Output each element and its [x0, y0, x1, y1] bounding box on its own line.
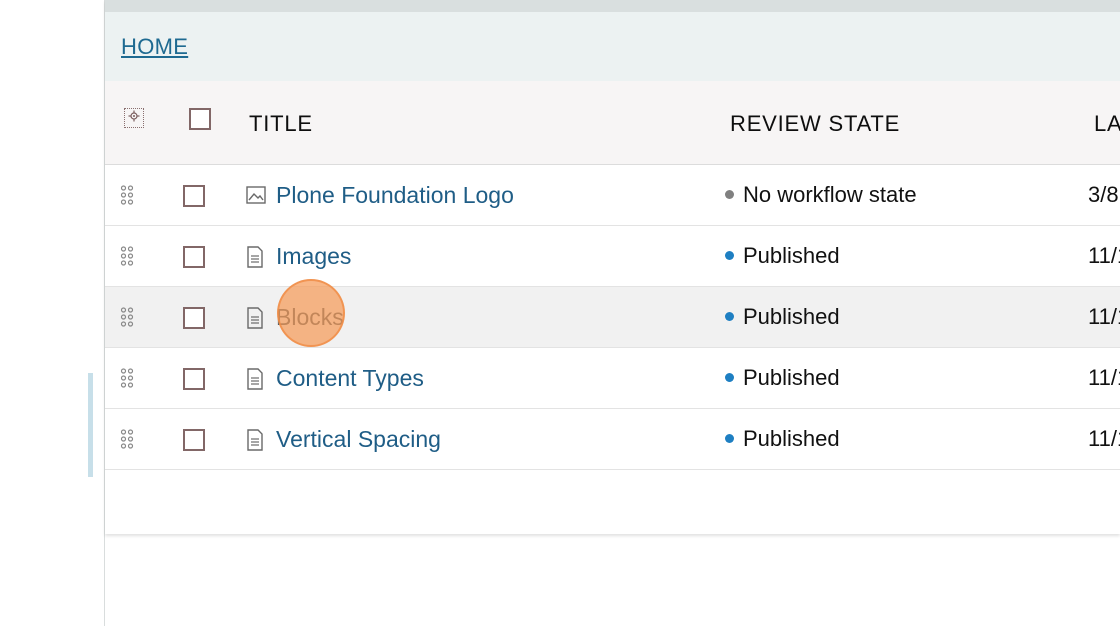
document-icon	[246, 429, 266, 451]
drag-handle-icon[interactable]	[120, 429, 134, 449]
item-title-link[interactable]: Vertical Spacing	[276, 426, 441, 453]
row-checkbox[interactable]	[183, 246, 205, 268]
review-state: Published	[725, 304, 840, 330]
last-modified-date: 11/1	[1088, 304, 1120, 329]
table-row[interactable]: Vertical Spacing Published 11/1	[105, 409, 1120, 470]
review-state: Published	[725, 243, 840, 269]
table-row[interactable]: Plone Foundation Logo No workflow state …	[105, 165, 1120, 226]
status-dot	[725, 433, 734, 443]
drag-handle-icon[interactable]	[120, 246, 134, 266]
item-title-link[interactable]: Blocks	[276, 304, 344, 331]
item-title-link[interactable]: Content Types	[276, 365, 424, 392]
column-header-last-modified[interactable]: LA	[1094, 111, 1120, 137]
table-row[interactable]: Content Types Published 11/1	[105, 348, 1120, 409]
column-settings-button[interactable]	[124, 108, 144, 128]
last-modified-date: 11/1	[1088, 365, 1120, 390]
review-state-label: Published	[743, 426, 840, 451]
document-icon	[246, 246, 266, 268]
column-header-review-state[interactable]: REVIEW STATE	[730, 111, 900, 137]
row-checkbox[interactable]	[183, 368, 205, 390]
review-state: No workflow state	[725, 182, 917, 208]
last-modified-date: 11/1	[1088, 243, 1120, 268]
review-state-label: Published	[743, 304, 840, 329]
item-title-link[interactable]: Plone Foundation Logo	[276, 182, 514, 209]
review-state: Published	[725, 365, 840, 391]
status-dot	[725, 250, 734, 260]
review-state-label: No workflow state	[743, 182, 917, 207]
row-checkbox[interactable]	[183, 429, 205, 451]
gear-icon	[128, 109, 140, 127]
breadcrumb-home-link[interactable]: HOME	[121, 34, 188, 60]
table-row[interactable]: Images Published 11/1	[105, 226, 1120, 287]
review-state-label: Published	[743, 365, 840, 390]
row-checkbox[interactable]	[183, 185, 205, 207]
item-title-link[interactable]: Images	[276, 243, 351, 270]
drag-handle-icon[interactable]	[120, 307, 134, 327]
document-icon	[246, 307, 266, 329]
row-checkbox[interactable]	[183, 307, 205, 329]
contents-panel: HOME TITLE REVIEW STATE LA Plone Foundat…	[105, 0, 1120, 534]
last-modified-date: 3/8	[1088, 182, 1119, 207]
status-dot	[725, 189, 734, 199]
review-state: Published	[725, 426, 840, 452]
drag-handle-icon[interactable]	[120, 368, 134, 388]
drag-handle-icon[interactable]	[120, 185, 134, 205]
table-row[interactable]: Blocks Published 11/1	[105, 287, 1120, 348]
document-icon	[246, 368, 266, 390]
image-icon	[246, 185, 266, 207]
status-dot	[725, 311, 734, 321]
panel-top-bar	[105, 0, 1120, 12]
status-dot	[725, 372, 734, 382]
table-header: TITLE REVIEW STATE LA	[105, 81, 1120, 165]
select-all-checkbox[interactable]	[189, 108, 211, 130]
side-accent-bar	[88, 373, 93, 477]
last-modified-date: 11/1	[1088, 426, 1120, 451]
column-header-title[interactable]: TITLE	[249, 111, 313, 137]
breadcrumb: HOME	[105, 12, 1120, 81]
review-state-label: Published	[743, 243, 840, 268]
